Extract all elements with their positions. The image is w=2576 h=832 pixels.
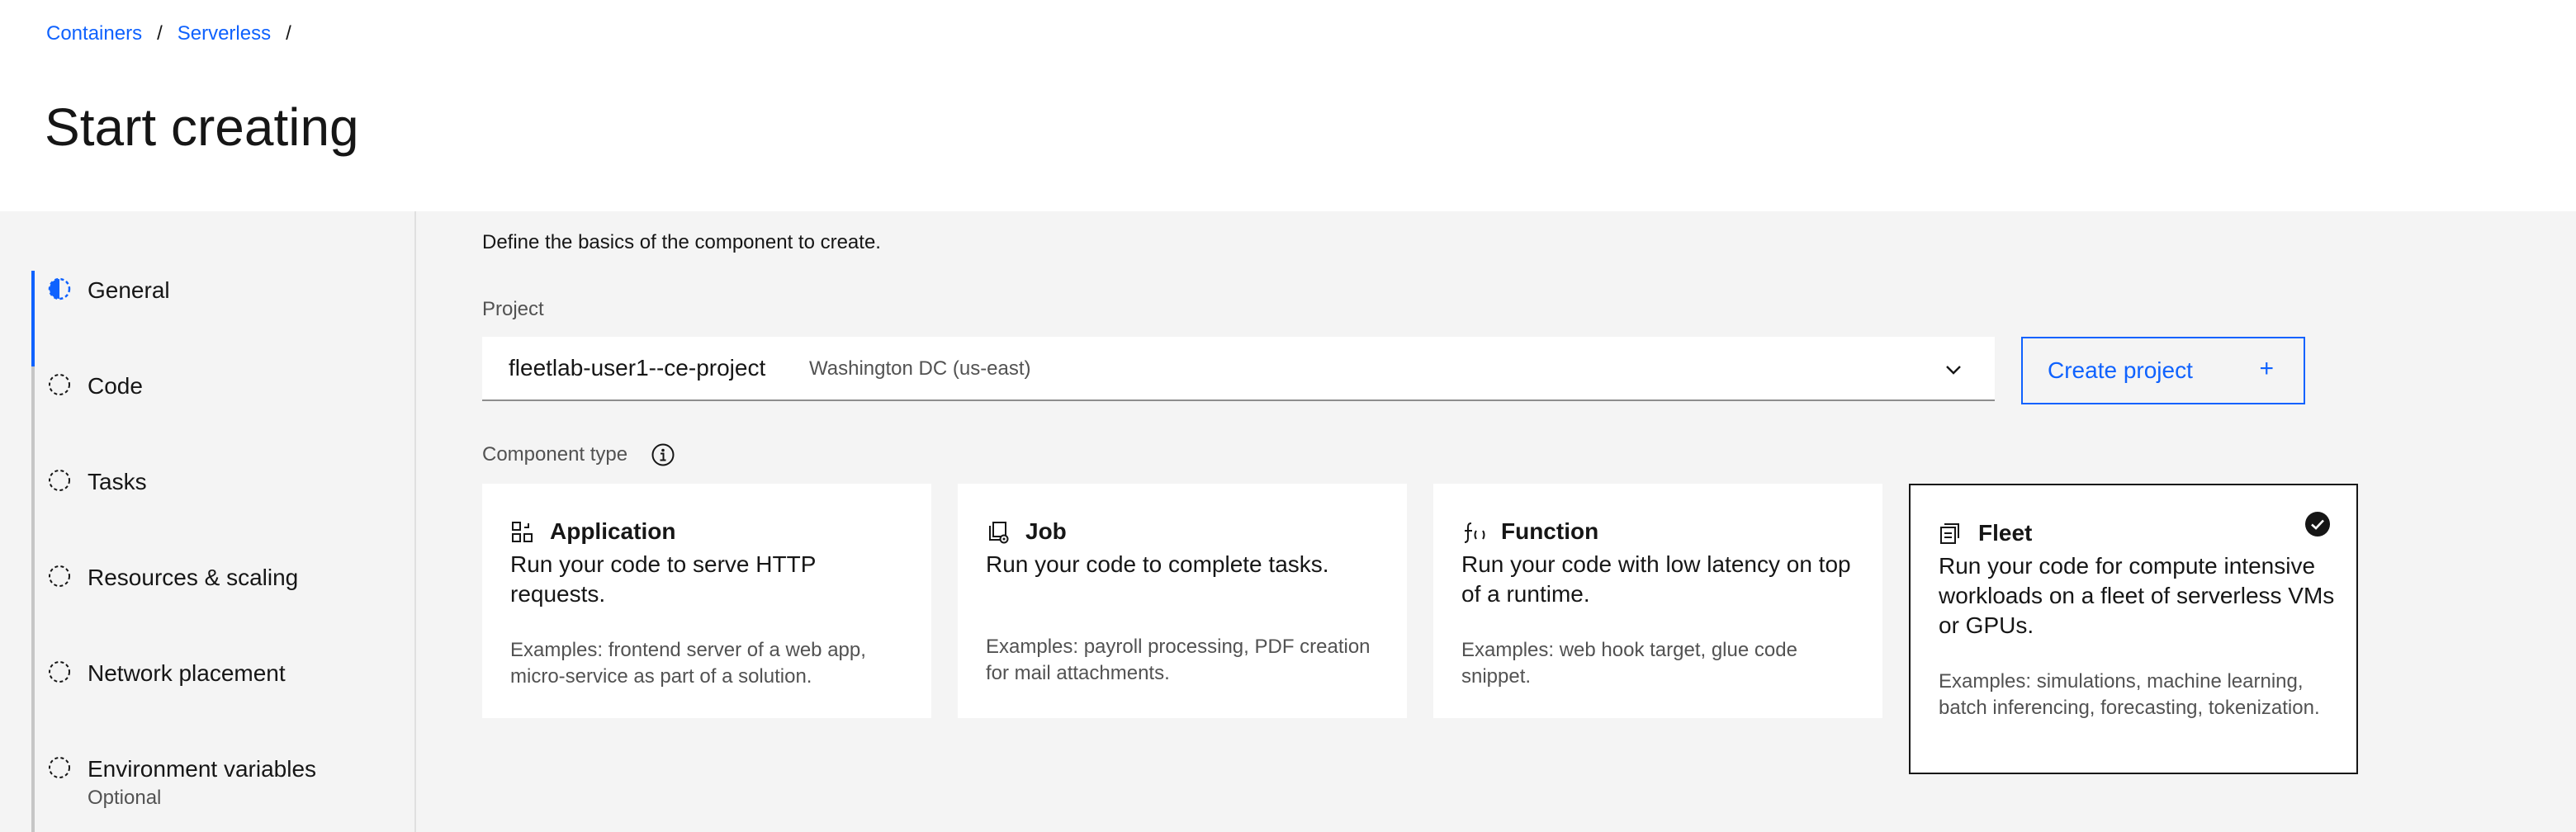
create-project-label: Create project (2048, 357, 2193, 383)
card-description: Run your code to complete tasks. (986, 551, 1329, 577)
page-header: Containers / Serverless / Start creating (0, 0, 2576, 211)
job-icon (989, 522, 1009, 544)
function-icon (1464, 522, 1485, 543)
project-region: Washington DC (us-east) (809, 357, 1031, 380)
information-icon[interactable] (651, 442, 675, 467)
dashed-circle-icon (49, 374, 70, 395)
step-resources-scaling[interactable]: Resources & scaling (31, 558, 414, 641)
breadcrumb-link-serverless[interactable]: Serverless (178, 20, 271, 48)
component-type-label: Component type (482, 443, 628, 466)
card-examples: Examples: simulations, machine learning,… (1939, 670, 2320, 719)
card-description: Run your code to serve HTTP requests. (510, 551, 816, 607)
step-general[interactable]: General (31, 271, 414, 366)
half-filled-circle-icon (48, 277, 71, 300)
dashed-circle-icon (49, 661, 70, 683)
card-examples: Examples: payroll processing, PDF creati… (986, 636, 1371, 684)
step-label: Tasks (88, 469, 147, 494)
sidebar-divider (414, 211, 416, 832)
progress-indicator: General Code Tasks Resources & scaling N… (31, 271, 418, 832)
project-select[interactable]: fleetlab-user1--ce-project Washington DC… (482, 337, 1995, 401)
step-label: Resources & scaling (88, 565, 299, 590)
card-examples: Examples: frontend server of a web app, … (510, 639, 866, 688)
step-label: General (88, 277, 170, 303)
component-type-card-function[interactable]: Function Run your code with low latency … (1433, 484, 1882, 718)
component-type-card-fleet[interactable]: Fleet Run your code for compute intensiv… (1909, 484, 2358, 774)
step-tasks[interactable]: Tasks (31, 462, 414, 545)
dashed-circle-icon (49, 565, 70, 587)
card-title: Job (1025, 518, 1067, 544)
main-content: General Code Tasks Resources & scaling N… (0, 211, 2576, 832)
step-label: Environment variables (88, 756, 317, 782)
card-description: Run your code for compute intensive work… (1939, 553, 2335, 638)
page-title: Start creating (45, 97, 359, 157)
create-project-button[interactable]: Create project + (2021, 337, 2305, 404)
plus-icon: + (2259, 355, 2274, 382)
breadcrumb-link-containers[interactable]: Containers (46, 20, 142, 48)
card-examples: Examples: web hook target, glue code sni… (1461, 639, 1797, 688)
project-select-value: fleetlab-user1--ce-project (509, 355, 766, 381)
project-label: Project (482, 298, 544, 320)
card-description: Run your code with low latency on top of… (1461, 551, 1851, 607)
step-environment-variables[interactable]: Environment variables Optional (31, 749, 414, 832)
chevron-down-icon (1946, 366, 1961, 375)
component-type-card-job[interactable]: Job Run your code to complete tasks. Exa… (958, 484, 1407, 718)
breadcrumb-separator: / (286, 22, 291, 45)
dashed-circle-icon (49, 470, 70, 491)
card-title: Fleet (1978, 520, 2033, 546)
checkmark-filled-icon (2305, 512, 2330, 537)
application-icon (512, 522, 533, 542)
card-title: Function (1501, 518, 1599, 544)
component-type-card-application[interactable]: Application Run your code to serve HTTP … (482, 484, 931, 718)
card-title: Application (550, 518, 676, 544)
form-description: Define the basics of the component to cr… (482, 231, 881, 253)
step-network-placement[interactable]: Network placement (31, 654, 414, 736)
step-optional-label: Optional (88, 787, 162, 809)
breadcrumb: Containers / Serverless / (46, 20, 306, 48)
breadcrumb-separator: / (157, 22, 163, 45)
step-code[interactable]: Code (31, 366, 414, 449)
step-label: Network placement (88, 660, 286, 686)
fleet-icon (1940, 523, 1959, 544)
step-label: Code (88, 373, 143, 399)
dashed-circle-icon (49, 757, 70, 778)
